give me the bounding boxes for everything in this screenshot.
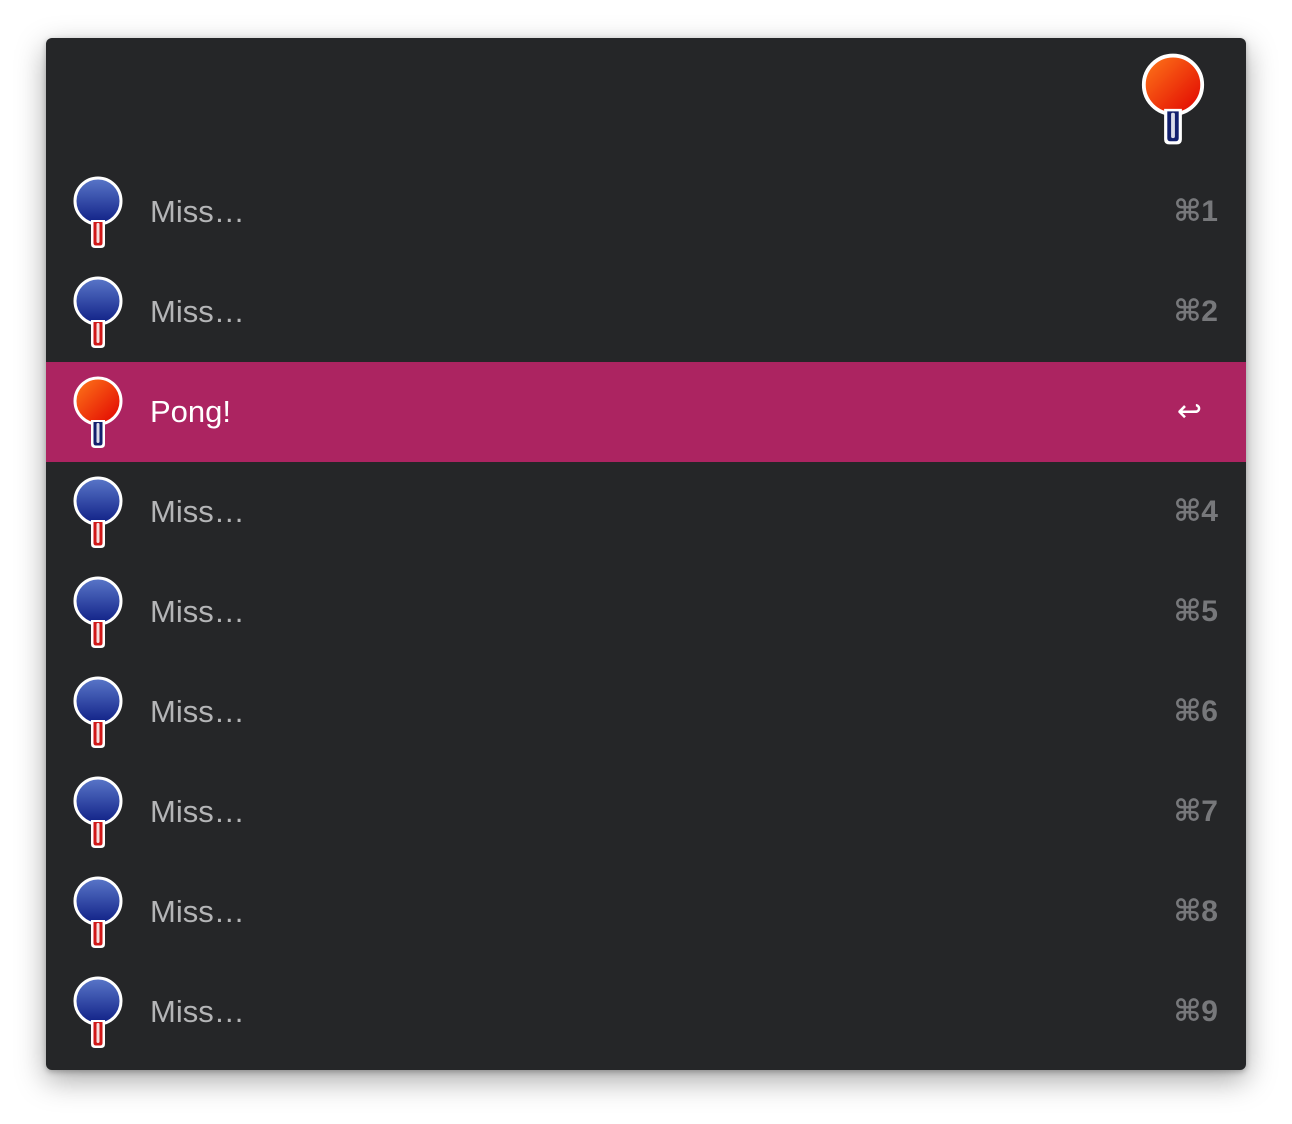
result-title: Miss… [150, 994, 245, 1029]
blue-paddle-icon [72, 476, 124, 550]
result-title: Pong! [150, 394, 232, 429]
result-title: Miss… [150, 694, 245, 729]
result-title: Miss… [150, 594, 245, 629]
result-row-4[interactable]: Miss… ⌘4 [46, 462, 1246, 562]
red-paddle-icon [72, 376, 124, 450]
result-title: Miss… [150, 294, 245, 329]
result-title: Miss… [150, 794, 245, 829]
results-list: Miss… ⌘1 Miss… ⌘2 Pong! ↩ Miss… ⌘4 Miss…… [46, 162, 1246, 1062]
blue-paddle-icon [72, 776, 124, 850]
result-row-6[interactable]: Miss… ⌘6 [46, 662, 1246, 762]
result-shortcut: ⌘9 [1173, 995, 1218, 1028]
red-paddle-icon [1140, 52, 1206, 148]
blue-paddle-icon [72, 976, 124, 1050]
result-shortcut: ⌘2 [1173, 295, 1218, 328]
result-shortcut: ⌘6 [1173, 695, 1218, 728]
result-shortcut: ⌘5 [1173, 595, 1218, 628]
result-row-8[interactable]: Miss… ⌘8 [46, 862, 1246, 962]
launcher-window: Miss… ⌘1 Miss… ⌘2 Pong! ↩ Miss… ⌘4 Miss…… [46, 38, 1246, 1070]
blue-paddle-icon [72, 176, 124, 250]
result-title: Miss… [150, 494, 245, 529]
result-shortcut: ⌘1 [1173, 195, 1218, 228]
result-shortcut: ⌘4 [1173, 495, 1218, 528]
result-title: Miss… [150, 894, 245, 929]
result-row-5[interactable]: Miss… ⌘5 [46, 562, 1246, 662]
blue-paddle-icon [72, 676, 124, 750]
result-row-3-selected[interactable]: Pong! ↩ [46, 362, 1246, 462]
blue-paddle-icon [72, 876, 124, 950]
return-key-icon: ↩ [1176, 395, 1202, 428]
result-row-2[interactable]: Miss… ⌘2 [46, 262, 1246, 362]
result-row-7[interactable]: Miss… ⌘7 [46, 762, 1246, 862]
result-shortcut: ⌘7 [1173, 795, 1218, 828]
result-shortcut: ⌘8 [1173, 895, 1218, 928]
blue-paddle-icon [72, 276, 124, 350]
blue-paddle-icon [72, 576, 124, 650]
header [46, 38, 1246, 162]
result-title: Miss… [150, 194, 245, 229]
result-row-9[interactable]: Miss… ⌘9 [46, 962, 1246, 1062]
result-row-1[interactable]: Miss… ⌘1 [46, 162, 1246, 262]
